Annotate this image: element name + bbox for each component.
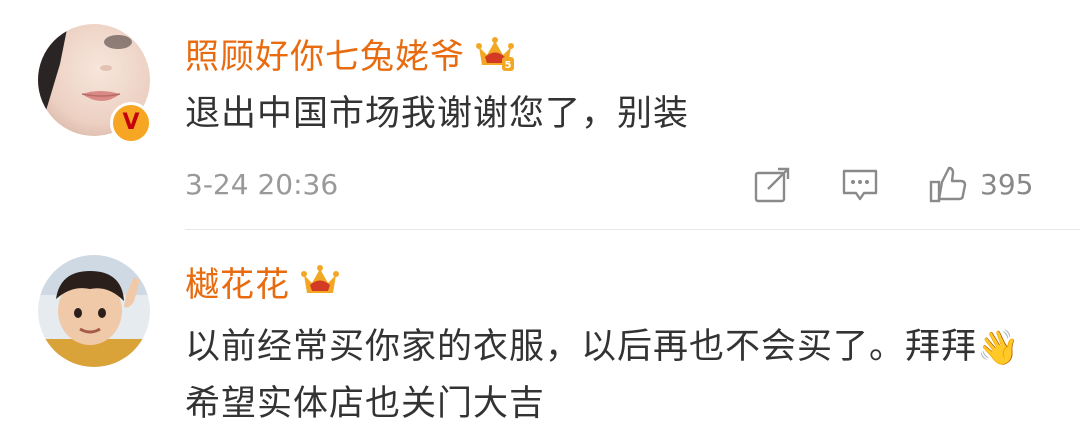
like-count: 395 bbox=[980, 168, 1034, 201]
waving-hand-icon: 👋 bbox=[977, 328, 1021, 368]
crown-badge-icon[interactable]: 5 bbox=[475, 33, 515, 73]
comment-text: 退出中国市场我谢谢您了，别装 bbox=[185, 94, 690, 134]
verified-badge-icon: V bbox=[110, 102, 152, 144]
divider bbox=[185, 229, 1080, 230]
comment-text: 以前经常买你家的衣服，以后再也不会买了。拜拜👋 希望实体店也关门大吉 bbox=[185, 319, 1045, 428]
comment-icon[interactable] bbox=[840, 165, 880, 205]
crown-badge-icon[interactable] bbox=[300, 261, 340, 301]
svg-text:5: 5 bbox=[505, 60, 512, 71]
username[interactable]: 樾花花 bbox=[185, 257, 290, 306]
comment-date: 3-24 20:36 bbox=[185, 168, 339, 201]
comment-actions: 395 bbox=[752, 163, 1033, 207]
comment-item: 樾花花 以前经常买你家的衣服，以后再也不会买了。拜拜👋 希望实体店也关门大吉 bbox=[0, 231, 1080, 428]
username-row: 照顾好你七兔姥爷 5 bbox=[185, 28, 515, 78]
username[interactable]: 照顾好你七兔姥爷 bbox=[185, 29, 465, 78]
username-row: 樾花花 bbox=[185, 256, 340, 306]
share-icon[interactable] bbox=[752, 165, 792, 205]
comment-feed: V 照顾好你七兔姥爷 5 退出中国市场我谢谢您了，别装 3-24 20:36 3… bbox=[0, 0, 1080, 428]
avatar[interactable] bbox=[38, 255, 150, 367]
comment-text-part: 以前经常买你家的衣服，以后再也不会买了。拜拜 bbox=[185, 327, 978, 367]
comment-item: V 照顾好你七兔姥爷 5 退出中国市场我谢谢您了，别装 3-24 20:36 3… bbox=[0, 0, 1080, 230]
like-icon[interactable] bbox=[928, 165, 968, 205]
comment-text-part: 希望实体店也关门大吉 bbox=[185, 384, 546, 424]
